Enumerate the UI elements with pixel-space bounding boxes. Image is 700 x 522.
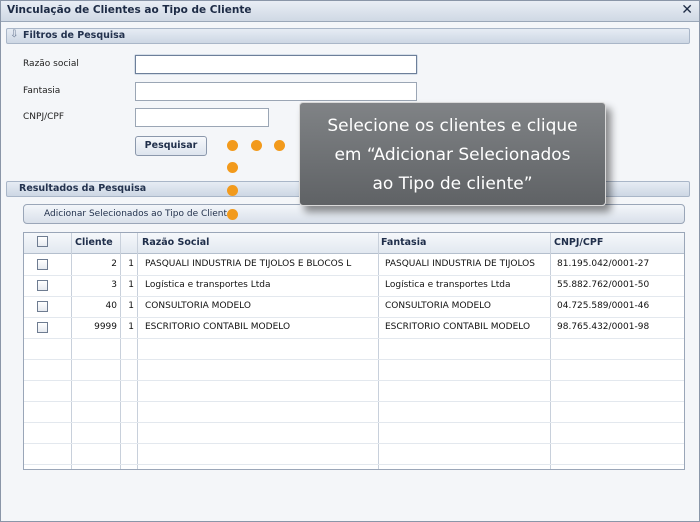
add-selected-button[interactable]: Adicionar Selecionados ao Tipo de Client…: [23, 204, 685, 224]
cnpj-label: CNPJ/CPF: [23, 112, 65, 122]
guide-dot: [227, 162, 238, 173]
row-checkbox[interactable]: [37, 322, 48, 333]
fantasia-label: Fantasia: [23, 86, 61, 96]
window-title: Vinculação de Clientes ao Tipo de Client…: [7, 4, 252, 16]
cell-flag: 1: [128, 301, 134, 311]
cell-fantasia: PASQUALI INDUSTRIA DE TIJOLOS: [385, 259, 535, 269]
cell-razao-social: PASQUALI INDUSTRIA DE TIJOLOS E BLOCOS L: [145, 259, 352, 269]
table-row[interactable]: 2 1 PASQUALI INDUSTRIA DE TIJOLOS E BLOC…: [24, 254, 684, 276]
col-header-razao-social[interactable]: Razão Social: [142, 237, 209, 248]
cell-fantasia: ESCRITORIO CONTABIL MODELO: [385, 322, 531, 332]
razao-social-input[interactable]: [135, 55, 417, 74]
col-header-cliente[interactable]: Cliente: [75, 237, 113, 248]
row-checkbox[interactable]: [37, 280, 48, 291]
empty-row: [24, 338, 684, 360]
col-header-cnpj[interactable]: CNPJ/CPF: [554, 237, 603, 248]
callout-line-1: Selecione os clientes e clique: [327, 116, 578, 136]
cell-razao-social: ESCRITORIO CONTABIL MODELO: [145, 322, 291, 332]
empty-row: [24, 359, 684, 381]
callout-line-2: em “Adicionar Selecionados: [334, 145, 571, 165]
row-checkbox[interactable]: [37, 301, 48, 312]
table-row[interactable]: 9999 1 ESCRITORIO CONTABIL MODELO ESCRIT…: [24, 317, 684, 339]
cell-cliente: 3: [111, 280, 117, 290]
cell-flag: 1: [128, 322, 134, 332]
col-header-fantasia[interactable]: Fantasia: [381, 237, 426, 248]
add-selected-label: Adicionar Selecionados ao Tipo de Client…: [44, 209, 233, 219]
table-row[interactable]: 40 1 CONSULTORIA MODELO CONSULTORIA MODE…: [24, 296, 684, 318]
empty-row: [24, 401, 684, 423]
row-checkbox[interactable]: [37, 259, 48, 270]
cell-razao-social: Logística e transportes Ltda: [145, 280, 271, 290]
cell-cliente: 40: [105, 301, 117, 311]
cell-cnpj: 04.725.589/0001-46: [557, 301, 650, 311]
cell-cnpj: 55.882.762/0001-50: [557, 280, 650, 290]
dialog-window: Vinculação de Clientes ao Tipo de Client…: [0, 0, 700, 522]
cell-razao-social: CONSULTORIA MODELO: [145, 301, 251, 311]
cell-cliente: 2: [111, 259, 117, 269]
select-all-checkbox[interactable]: [37, 236, 48, 247]
cell-fantasia: CONSULTORIA MODELO: [385, 301, 491, 311]
empty-row: [24, 443, 684, 465]
cell-cnpj: 81.195.042/0001-27: [557, 259, 650, 269]
results-title: Resultados da Pesquisa: [19, 183, 147, 194]
filters-title: Filtros de Pesquisa: [23, 30, 126, 41]
guide-dot: [227, 140, 238, 151]
guide-dot: [227, 185, 238, 196]
filters-section-header[interactable]: ⇩ Filtros de Pesquisa: [6, 28, 690, 44]
empty-row: [24, 422, 684, 444]
guide-dot: [251, 140, 262, 151]
razao-label: Razão social: [23, 59, 79, 69]
grid-header: Cliente Razão Social Fantasia CNPJ/CPF: [24, 233, 684, 254]
search-button[interactable]: Pesquisar: [135, 136, 207, 156]
cell-cliente: 9999: [94, 322, 117, 332]
fantasia-input[interactable]: [135, 82, 417, 101]
callout-line-3: ao Tipo de cliente”: [372, 174, 533, 194]
collapse-arrow-icon[interactable]: ⇩: [10, 29, 18, 40]
empty-row: [24, 380, 684, 402]
table-row[interactable]: 3 1 Logística e transportes Ltda Logísti…: [24, 275, 684, 297]
title-bar[interactable]: Vinculação de Clientes ao Tipo de Client…: [1, 1, 699, 22]
tutorial-callout: Selecione os clientes e clique em “Adici…: [299, 102, 606, 206]
results-grid: Cliente Razão Social Fantasia CNPJ/CPF 2…: [23, 232, 685, 470]
cell-flag: 1: [128, 259, 134, 269]
guide-dot: [227, 209, 238, 220]
cnpj-input[interactable]: [135, 108, 269, 127]
close-icon[interactable]: ✕: [681, 2, 693, 18]
cell-flag: 1: [128, 280, 134, 290]
cell-fantasia: Logística e transportes Ltda: [385, 280, 511, 290]
guide-dot: [274, 140, 285, 151]
cell-cnpj: 98.765.432/0001-98: [557, 322, 650, 332]
